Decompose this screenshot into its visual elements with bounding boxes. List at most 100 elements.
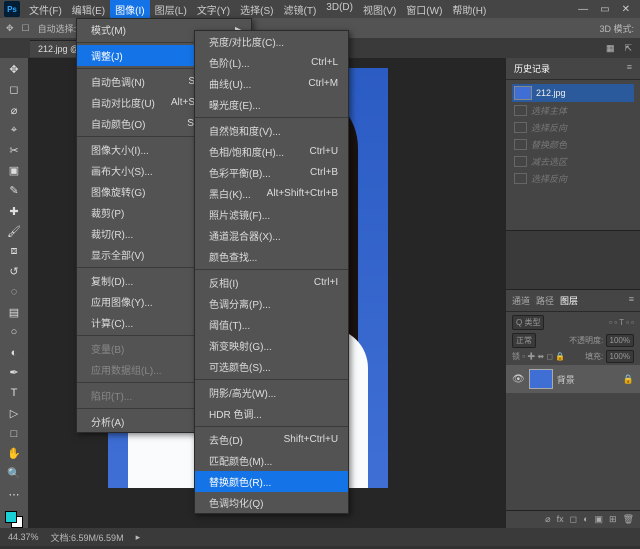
menu-10[interactable]: 帮助(H) bbox=[447, 0, 491, 19]
history-step[interactable]: 选择主体 bbox=[512, 102, 634, 119]
color-swatch[interactable] bbox=[5, 511, 23, 528]
history-step[interactable]: 减去选区 bbox=[512, 153, 634, 170]
right-panels: 历史记录 ≡ 212.jpg选择主体选择反向替换颜色减去选区选择反向 通道 路径… bbox=[506, 58, 640, 528]
opacity-input[interactable]: 100% bbox=[606, 334, 634, 347]
move-tool-icon: ✥ bbox=[6, 23, 14, 34]
lasso-tool[interactable]: ⌀ bbox=[3, 100, 25, 119]
tab-history[interactable]: 历史记录 bbox=[514, 62, 550, 75]
pen-tool[interactable]: ✒ bbox=[3, 363, 25, 382]
share-icon[interactable]: ⇱ bbox=[624, 43, 632, 54]
history-step[interactable]: 选择反向 bbox=[512, 170, 634, 187]
menu-item[interactable]: 黑白(K)...Alt+Shift+Ctrl+B bbox=[195, 183, 348, 204]
window-buttons[interactable]: — ▭ ✕ bbox=[578, 4, 636, 15]
status-arrow-icon[interactable]: ▸ bbox=[136, 532, 141, 543]
zoom-level[interactable]: 44.37% bbox=[8, 532, 39, 542]
menu-0[interactable]: 文件(F) bbox=[24, 0, 67, 19]
stamp-tool[interactable]: ⧈ bbox=[3, 242, 25, 261]
menu-item[interactable]: 自然饱和度(V)... bbox=[195, 120, 348, 141]
blur-tool[interactable]: ○ bbox=[3, 323, 25, 342]
history-step[interactable]: 选择反向 bbox=[512, 119, 634, 136]
gradient-tool[interactable]: ▤ bbox=[3, 303, 25, 322]
frame-tool[interactable]: ▣ bbox=[3, 161, 25, 180]
menu-8[interactable]: 视图(V) bbox=[358, 0, 401, 19]
healing-tool[interactable]: ✚ bbox=[3, 202, 25, 221]
marquee-tool[interactable]: ◻ bbox=[3, 80, 25, 99]
menu-item[interactable]: 阴影/高光(W)... bbox=[195, 382, 348, 403]
minimize-icon[interactable]: — bbox=[578, 4, 588, 15]
brush-tool[interactable]: 🖌 bbox=[3, 222, 25, 241]
blend-mode-dropdown[interactable]: 正常 bbox=[512, 333, 536, 348]
menu-2[interactable]: 图像(I) bbox=[110, 0, 149, 19]
fill-input[interactable]: 100% bbox=[606, 350, 634, 363]
menu-item[interactable]: 色调均化(Q) bbox=[195, 492, 348, 513]
fx-icon[interactable]: fx bbox=[557, 514, 564, 525]
menu-item[interactable]: 色调分离(P)... bbox=[195, 293, 348, 314]
edit-toolbar[interactable]: ⋯ bbox=[3, 485, 25, 504]
tab-paths[interactable]: 路径 bbox=[536, 294, 554, 307]
tab-layers[interactable]: 图层 bbox=[560, 294, 578, 307]
eraser-tool[interactable]: ◌ bbox=[3, 282, 25, 301]
menu-6[interactable]: 滤镜(T) bbox=[279, 0, 322, 19]
menu-5[interactable]: 选择(S) bbox=[235, 0, 278, 19]
document-size: 文档:6.59M/6.59M bbox=[51, 531, 124, 544]
dodge-tool[interactable]: ◐ bbox=[3, 343, 25, 362]
menu-item[interactable]: 照片滤镜(F)... bbox=[195, 204, 348, 225]
menu-item[interactable]: 匹配颜色(M)... bbox=[195, 450, 348, 471]
menu-item[interactable]: 反相(I)Ctrl+I bbox=[195, 272, 348, 293]
new-layer-icon[interactable]: ⊞ bbox=[609, 514, 617, 525]
crop-tool[interactable]: ✂ bbox=[3, 141, 25, 160]
history-brush-tool[interactable]: ↺ bbox=[3, 262, 25, 281]
move-tool[interactable]: ✥ bbox=[3, 60, 25, 79]
menu-item[interactable]: 可选颜色(S)... bbox=[195, 356, 348, 377]
group-icon[interactable]: ▣ bbox=[595, 514, 604, 525]
menu-3[interactable]: 图层(L) bbox=[150, 0, 192, 19]
menu-1[interactable]: 编辑(E) bbox=[67, 0, 110, 19]
menu-4[interactable]: 文字(Y) bbox=[192, 0, 235, 19]
status-bar: 44.37% 文档:6.59M/6.59M ▸ bbox=[0, 528, 640, 546]
menu-item[interactable]: 亮度/对比度(C)... bbox=[195, 31, 348, 52]
eyedropper-tool[interactable]: ✎ bbox=[3, 181, 25, 200]
quick-select-tool[interactable]: ⌖ bbox=[3, 121, 25, 140]
mask-icon[interactable]: ◻ bbox=[570, 514, 577, 525]
layer-thumbnail bbox=[529, 369, 553, 389]
delete-icon[interactable]: 🗑 bbox=[623, 514, 634, 525]
maximize-icon[interactable]: ▭ bbox=[600, 4, 609, 15]
shape-tool[interactable]: □ bbox=[3, 424, 25, 443]
menu-7[interactable]: 3D(D) bbox=[321, 0, 358, 19]
type-tool[interactable]: T bbox=[3, 384, 25, 403]
menu-item[interactable]: 阈值(T)... bbox=[195, 314, 348, 335]
menu-item[interactable]: 色彩平衡(B)...Ctrl+B bbox=[195, 162, 348, 183]
history-step[interactable]: 212.jpg bbox=[512, 84, 634, 102]
menu-adjustments[interactable]: 亮度/对比度(C)...色阶(L)...Ctrl+L曲线(U)...Ctrl+M… bbox=[194, 30, 349, 514]
visibility-icon[interactable]: 👁 bbox=[512, 374, 525, 385]
lock-icon[interactable]: 🔒 bbox=[623, 374, 634, 385]
menu-item[interactable]: 色阶(L)...Ctrl+L bbox=[195, 52, 348, 73]
menu-item[interactable]: 曝光度(E)... bbox=[195, 94, 348, 115]
menu-item[interactable]: 去色(D)Shift+Ctrl+U bbox=[195, 429, 348, 450]
layer-row-background[interactable]: 👁 背景 🔒 bbox=[506, 365, 640, 393]
hand-tool[interactable]: ✋ bbox=[3, 444, 25, 463]
menu-item[interactable]: 色相/饱和度(H)...Ctrl+U bbox=[195, 141, 348, 162]
menubar: Ps 文件(F)编辑(E)图像(I)图层(L)文字(Y)选择(S)滤镜(T)3D… bbox=[0, 0, 640, 18]
menu-item[interactable]: 通道混合器(X)... bbox=[195, 225, 348, 246]
history-step[interactable]: 替换颜色 bbox=[512, 136, 634, 153]
panel-menu-icon[interactable]: ≡ bbox=[627, 62, 632, 75]
toolbox: ✥ ◻ ⌀ ⌖ ✂ ▣ ✎ ✚ 🖌 ⧈ ↺ ◌ ▤ ○ ◐ ✒ T ▷ □ ✋ … bbox=[0, 58, 28, 528]
mode-3d-label: 3D 模式: bbox=[599, 22, 634, 35]
zoom-tool[interactable]: 🔍 bbox=[3, 464, 25, 483]
panel-menu-icon[interactable]: ≡ bbox=[629, 294, 634, 307]
menu-item[interactable]: 替换颜色(R)... bbox=[195, 471, 348, 492]
adjustment-icon[interactable]: ◐ bbox=[583, 514, 588, 525]
tab-channels[interactable]: 通道 bbox=[512, 294, 530, 307]
path-tool[interactable]: ▷ bbox=[3, 404, 25, 423]
menu-item[interactable]: HDR 色调... bbox=[195, 403, 348, 424]
menu-item[interactable]: 渐变映射(G)... bbox=[195, 335, 348, 356]
menu-item[interactable]: 曲线(U)...Ctrl+M bbox=[195, 73, 348, 94]
menu-item[interactable]: 颜色查找... bbox=[195, 246, 348, 267]
menu-9[interactable]: 窗口(W) bbox=[401, 0, 447, 19]
close-icon[interactable]: ✕ bbox=[622, 4, 630, 15]
arrange-icon[interactable]: ▦ bbox=[606, 43, 615, 54]
layer-filter[interactable]: Q 类型 bbox=[512, 315, 544, 330]
link-layers-icon[interactable]: ⌀ bbox=[545, 514, 550, 525]
history-panel: 212.jpg选择主体选择反向替换颜色减去选区选择反向 bbox=[506, 80, 640, 230]
